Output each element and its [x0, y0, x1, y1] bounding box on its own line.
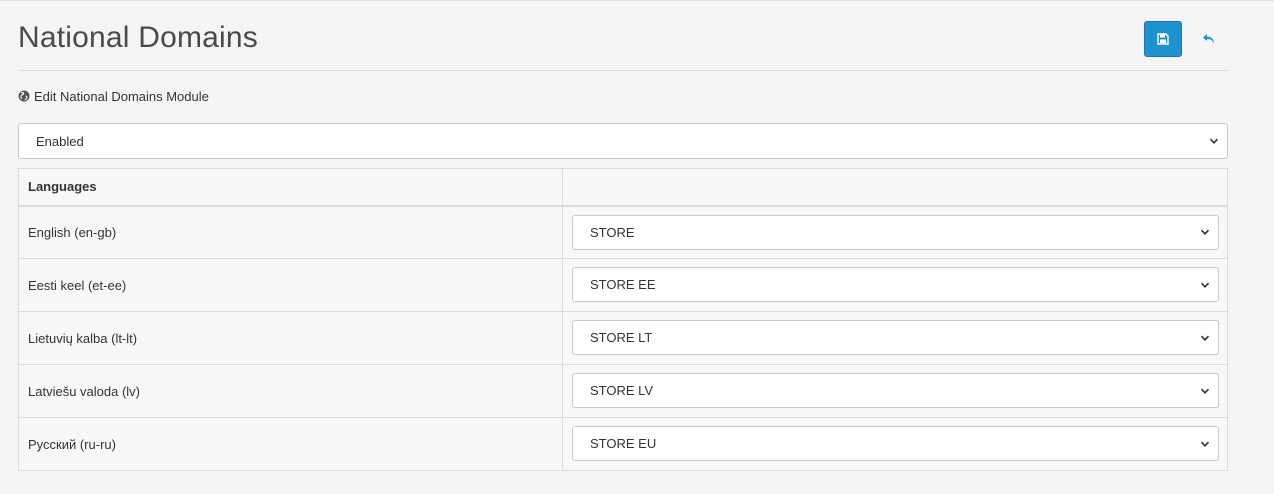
store-select-value: STORE: [590, 224, 635, 240]
panel-heading: Edit National Domains Module: [18, 87, 209, 105]
store-select-lt-lt[interactable]: STORE LT: [572, 320, 1219, 355]
store-select-value: STORE EU: [590, 436, 657, 451]
panel-heading-text: Edit National Domains Module: [34, 88, 209, 104]
column-header-store: [562, 168, 1228, 207]
language-name: English (en-gb): [18, 205, 563, 259]
status-select[interactable]: Enabled: [18, 123, 1228, 159]
store-select-en-gb[interactable]: STORE: [572, 214, 1219, 250]
chevron-down-icon: [1200, 282, 1210, 288]
floppy-disk-icon: [1157, 33, 1169, 45]
save-button[interactable]: [1144, 21, 1182, 57]
store-select-ru-ru[interactable]: STORE EU: [572, 426, 1219, 461]
globe-icon: [18, 90, 30, 102]
table-row: Latviešu valoda (lv) STORE LV: [18, 364, 1228, 418]
status-select-value: Enabled: [36, 133, 84, 149]
store-select-value: STORE LV: [590, 383, 654, 398]
table-row: Eesti keel (et-ee) STORE EE: [18, 258, 1228, 312]
chevron-down-icon: [1200, 229, 1210, 235]
table-header-row: Languages: [18, 168, 1228, 207]
table-row: English (en-gb) STORE: [18, 205, 1228, 259]
language-name: Lietuvių kalba (lt-lt): [18, 311, 563, 365]
language-name: Eesti keel (et-ee): [18, 258, 563, 312]
store-select-lv[interactable]: STORE LV: [572, 373, 1219, 408]
store-select-et-ee[interactable]: STORE EE: [572, 267, 1219, 302]
store-select-value: STORE EE: [590, 277, 656, 292]
languages-table: Languages English (en-gb) STORE Eesti ke…: [18, 168, 1228, 471]
chevron-down-icon: [1209, 138, 1219, 144]
back-button[interactable]: [1194, 21, 1224, 57]
chevron-down-icon: [1200, 388, 1210, 394]
language-name: Русский (ru-ru): [18, 417, 563, 471]
table-row: Русский (ru-ru) STORE EU: [18, 417, 1228, 471]
table-row: Lietuvių kalba (lt-lt) STORE LT: [18, 311, 1228, 365]
language-name: Latviešu valoda (lv): [18, 364, 563, 418]
reply-arrow-icon: [1203, 34, 1214, 44]
chevron-down-icon: [1200, 441, 1210, 447]
page-header: National Domains: [18, 1, 1228, 71]
page-title: National Domains: [18, 21, 258, 54]
store-select-value: STORE LT: [590, 330, 653, 345]
chevron-down-icon: [1200, 335, 1210, 341]
column-header-languages: Languages: [18, 168, 563, 207]
